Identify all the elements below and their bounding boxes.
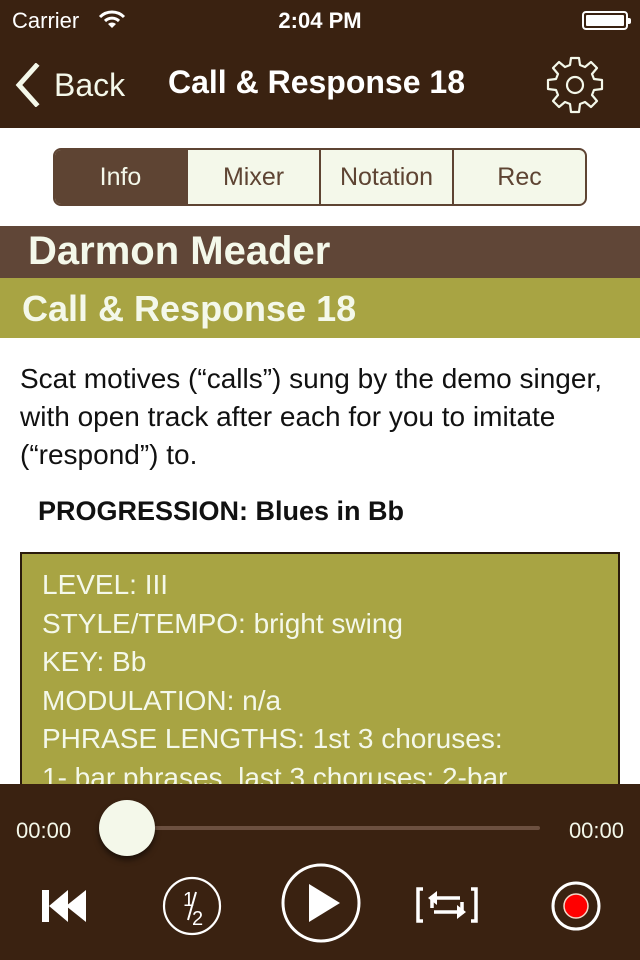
- loop-icon[interactable]: [414, 886, 480, 924]
- chevron-left-icon: [15, 63, 40, 107]
- tab-rec[interactable]: Rec: [452, 150, 585, 204]
- progression-label: PROGRESSION: Blues in Bb: [38, 496, 405, 526]
- artist-name: Darmon Meader: [28, 229, 331, 273]
- battery-fill: [586, 15, 624, 26]
- info-key: KEY: Bb: [42, 646, 147, 677]
- elapsed-time: 00:00: [16, 818, 72, 843]
- rewind-to-start-icon[interactable]: [40, 888, 88, 924]
- gear-icon[interactable]: [544, 54, 606, 116]
- info-level: LEVEL: III: [42, 569, 169, 600]
- battery-icon: [582, 11, 631, 30]
- back-button[interactable]: Back: [14, 60, 125, 110]
- info-modulation: MODULATION: n/a: [42, 684, 282, 716]
- back-label: Back: [54, 66, 126, 103]
- half-speed-icon[interactable]: 1 2: [162, 876, 222, 936]
- tab-info[interactable]: Info: [55, 150, 186, 204]
- top-bar: Carrier 2:04 PM Back Call & Response 18: [0, 0, 640, 128]
- nav-title: Call & Response 18: [168, 64, 465, 100]
- artist-header: Darmon Meader: [0, 226, 640, 278]
- track-title-header: Call & Response 18: [0, 278, 640, 338]
- progress-track[interactable]: [126, 826, 540, 830]
- duration-time: 00:00: [568, 818, 624, 843]
- info-phrase-lengths: PHRASE LENGTHS: 1st 3 choruses:: [42, 723, 503, 754]
- play-icon[interactable]: [280, 862, 362, 944]
- status-bar: Carrier 2:04 PM: [0, 0, 640, 40]
- track-description: Scat motives (“calls”) sung by the demo …: [20, 363, 603, 470]
- track-info-box[interactable]: LEVEL: III STYLE/TEMPO: bright swing KEY…: [20, 552, 620, 792]
- battery-nub: [628, 18, 631, 24]
- player-bar: 00:00 00:00 1 2: [0, 784, 640, 960]
- track-title: Call & Response 18: [22, 288, 357, 329]
- record-icon[interactable]: [550, 880, 602, 932]
- status-time: 2:04 PM: [278, 8, 362, 33]
- tab-notation[interactable]: Notation: [319, 150, 452, 204]
- segmented-tabs: Info Mixer Notation Rec: [53, 148, 587, 206]
- svg-text:2: 2: [192, 908, 203, 930]
- info-style-tempo: STYLE/TEMPO: bright swing: [42, 607, 404, 639]
- progress-thumb[interactable]: [99, 800, 155, 856]
- tab-mixer[interactable]: Mixer: [186, 150, 319, 204]
